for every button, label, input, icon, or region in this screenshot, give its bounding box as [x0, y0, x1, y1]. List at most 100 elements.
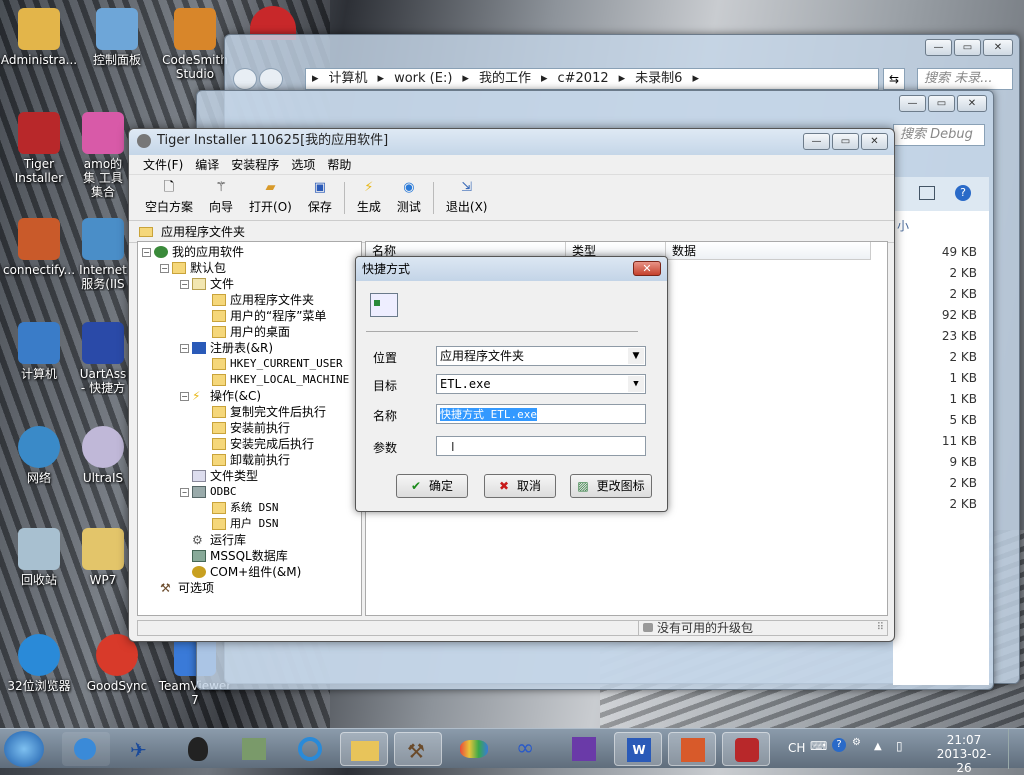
- desktop-icon-goodsync[interactable]: GoodSync: [78, 634, 156, 693]
- tree-node-user-dsn[interactable]: 用户 DSN: [212, 516, 279, 532]
- resize-grip-icon[interactable]: ⠿: [877, 621, 884, 635]
- start-button[interactable]: [4, 731, 44, 767]
- tree-node-odbc[interactable]: − ODBC: [180, 484, 237, 500]
- address-bar[interactable]: ▸ 计算机 ▸ work (E:) ▸ 我的工作 ▸ c#2012 ▸ 未录制6 ▸: [305, 68, 879, 90]
- shortcut-dialog[interactable]: 快捷方式 ✕ 位置 应用程序文件夹 ▼ 目标 ETL.exe ▼ 名称 快捷方式 E…: [355, 256, 668, 512]
- tree-node-file-types[interactable]: 文件类型: [192, 468, 258, 484]
- open-button[interactable]: ▰ 打开(O): [241, 180, 300, 215]
- menu-installer[interactable]: 安装程序: [225, 155, 285, 174]
- tree-node-action-after-copy[interactable]: 复制完文件后执行: [212, 404, 326, 420]
- project-tree[interactable]: − 我的应用软件 − 默认包 − 文件 应用程序文件夹 用户的“程序”菜单 用户的桌面…: [137, 241, 362, 616]
- taskbar-app-visual-studio[interactable]: [560, 732, 608, 766]
- ime-settings-icon[interactable]: ⚙: [852, 737, 861, 748]
- desktop-icon-connectify[interactable]: connectify...: [0, 218, 78, 277]
- cancel-button[interactable]: ✖ 取消: [484, 474, 556, 498]
- minimize-button[interactable]: —: [899, 95, 926, 112]
- change-icon-button[interactable]: ▨ 更改图标: [570, 474, 652, 498]
- taskbar-app-powerpoint[interactable]: [668, 732, 716, 766]
- clock[interactable]: 21:07 2013-02-26: [930, 733, 998, 775]
- close-button[interactable]: ✕: [957, 95, 987, 112]
- test-button[interactable]: ◉ 测试: [389, 180, 429, 215]
- desktop-icon-ultraiso[interactable]: UltraIS: [78, 426, 128, 485]
- tree-node-hkcu[interactable]: HKEY_CURRENT_USER: [212, 356, 343, 372]
- wizard-button[interactable]: ⚚ 向导: [201, 180, 241, 215]
- location-select[interactable]: 应用程序文件夹 ▼: [436, 346, 646, 366]
- name-input[interactable]: 快捷方式 ETL.exe: [436, 404, 646, 424]
- desktop-icon-browser[interactable]: 32位浏览器: [0, 634, 78, 693]
- tree-node-hklm[interactable]: HKEY_LOCAL_MACHINE: [212, 372, 349, 388]
- search-input[interactable]: 搜索 Debug: [893, 124, 985, 146]
- desktop-icon-codesmith[interactable]: CodeSmith Studio: [156, 8, 234, 81]
- collapse-icon[interactable]: −: [180, 487, 189, 497]
- breadcrumb-item[interactable]: 我的工作: [479, 69, 531, 89]
- menu-help[interactable]: 帮助: [321, 155, 357, 174]
- exit-button[interactable]: ⇲ 退出(X): [438, 180, 496, 215]
- tree-node-actions[interactable]: − ⚡ 操作(&C): [180, 388, 261, 404]
- breadcrumb-item[interactable]: c#2012: [558, 69, 609, 89]
- close-button[interactable]: ✕: [983, 39, 1013, 56]
- tree-node-com[interactable]: COM+组件(&M): [192, 564, 301, 580]
- breadcrumb-item[interactable]: work (E:): [394, 69, 452, 89]
- column-header-data[interactable]: 数据: [666, 242, 871, 260]
- breadcrumb-item[interactable]: 计算机: [329, 69, 368, 89]
- taskbar-app-media[interactable]: [62, 732, 110, 766]
- tree-node-files[interactable]: − 文件: [180, 276, 234, 292]
- tree-node-registry[interactable]: − 注册表(&R): [180, 340, 273, 356]
- desktop-icon-tiger-installer[interactable]: Tiger Installer: [0, 112, 78, 185]
- tree-node-user-desktop[interactable]: 用户的桌面: [212, 324, 290, 340]
- collapse-icon[interactable]: −: [142, 247, 151, 257]
- menu-options[interactable]: 选项: [285, 155, 321, 174]
- close-button[interactable]: ✕: [861, 133, 888, 150]
- desktop-icon-iis[interactable]: Internet 服务(IIS: [78, 218, 128, 291]
- desktop-icon-admin[interactable]: Administra...: [0, 8, 78, 67]
- taskbar-app-tools[interactable]: [230, 732, 278, 766]
- minimize-button[interactable]: —: [925, 39, 952, 56]
- menu-compile[interactable]: 编译: [189, 155, 225, 174]
- forward-button[interactable]: [259, 68, 283, 90]
- tree-node-action-before-uninstall[interactable]: 卸载前执行: [212, 452, 290, 468]
- taskbar-app-infinity[interactable]: ∞: [506, 732, 554, 766]
- help-icon[interactable]: ?: [832, 738, 846, 752]
- tree-node-root[interactable]: − 我的应用软件: [142, 244, 244, 260]
- target-select[interactable]: ETL.exe ▼: [436, 374, 646, 394]
- maximize-button[interactable]: ▭: [832, 133, 859, 150]
- dialog-close-button[interactable]: ✕: [633, 261, 661, 276]
- chevron-up-icon[interactable]: ▲: [874, 741, 882, 752]
- minimize-button[interactable]: —: [803, 133, 830, 150]
- tree-node-runtime[interactable]: ⚙ 运行库: [192, 532, 246, 548]
- chevron-down-icon[interactable]: ▼: [628, 348, 644, 364]
- back-button[interactable]: [233, 68, 257, 90]
- keyboard-icon[interactable]: ⌨: [810, 739, 827, 753]
- preview-pane-icon[interactable]: [919, 186, 935, 200]
- network-tray-icon[interactable]: ▯: [896, 739, 903, 753]
- taskbar-app-chrome[interactable]: [450, 732, 498, 766]
- help-icon[interactable]: ?: [955, 185, 971, 201]
- chevron-down-icon[interactable]: ▼: [628, 376, 644, 392]
- desktop-icon-network[interactable]: 网络: [0, 426, 78, 485]
- desktop-icon-control-panel[interactable]: 控制面板: [78, 8, 156, 67]
- taskbar-app-ie[interactable]: [286, 732, 334, 766]
- tree-node-optional[interactable]: ⚒ 可选项: [160, 580, 214, 596]
- taskbar-app-word[interactable]: W: [614, 732, 662, 766]
- maximize-button[interactable]: ▭: [928, 95, 955, 112]
- build-button[interactable]: ⚡ 生成: [349, 180, 389, 215]
- search-input[interactable]: 搜索 未录...: [917, 68, 1013, 90]
- tree-node-default-package[interactable]: − 默认包: [160, 260, 226, 276]
- taskbar-app-installer[interactable]: ⚒: [394, 732, 442, 766]
- refresh-icon[interactable]: ⇆: [883, 68, 905, 90]
- desktop-icon-wp7[interactable]: WP7: [78, 528, 128, 587]
- language-indicator[interactable]: CH: [788, 741, 805, 755]
- tree-node-app-folder[interactable]: 应用程序文件夹: [212, 292, 314, 308]
- title-bar[interactable]: Tiger Installer 110625[我的应用软件] — ▭ ✕: [129, 129, 894, 155]
- show-desktop-button[interactable]: [1008, 729, 1024, 769]
- collapse-icon[interactable]: −: [160, 263, 169, 273]
- collapse-icon[interactable]: −: [180, 279, 189, 289]
- taskbar-app-explorer[interactable]: [340, 732, 388, 766]
- menu-file[interactable]: 文件(F): [137, 155, 189, 174]
- new-project-button[interactable]: 🗋 空白方案: [137, 180, 201, 215]
- desktop-icon-amo[interactable]: amo的集 工具集合: [78, 112, 128, 199]
- desktop-icon-uartass[interactable]: UartAss - 快捷方: [78, 322, 128, 395]
- tree-node-action-after-install[interactable]: 安装完成后执行: [212, 436, 314, 452]
- dialog-title-bar[interactable]: 快捷方式: [356, 257, 667, 281]
- params-input[interactable]: I: [436, 436, 646, 456]
